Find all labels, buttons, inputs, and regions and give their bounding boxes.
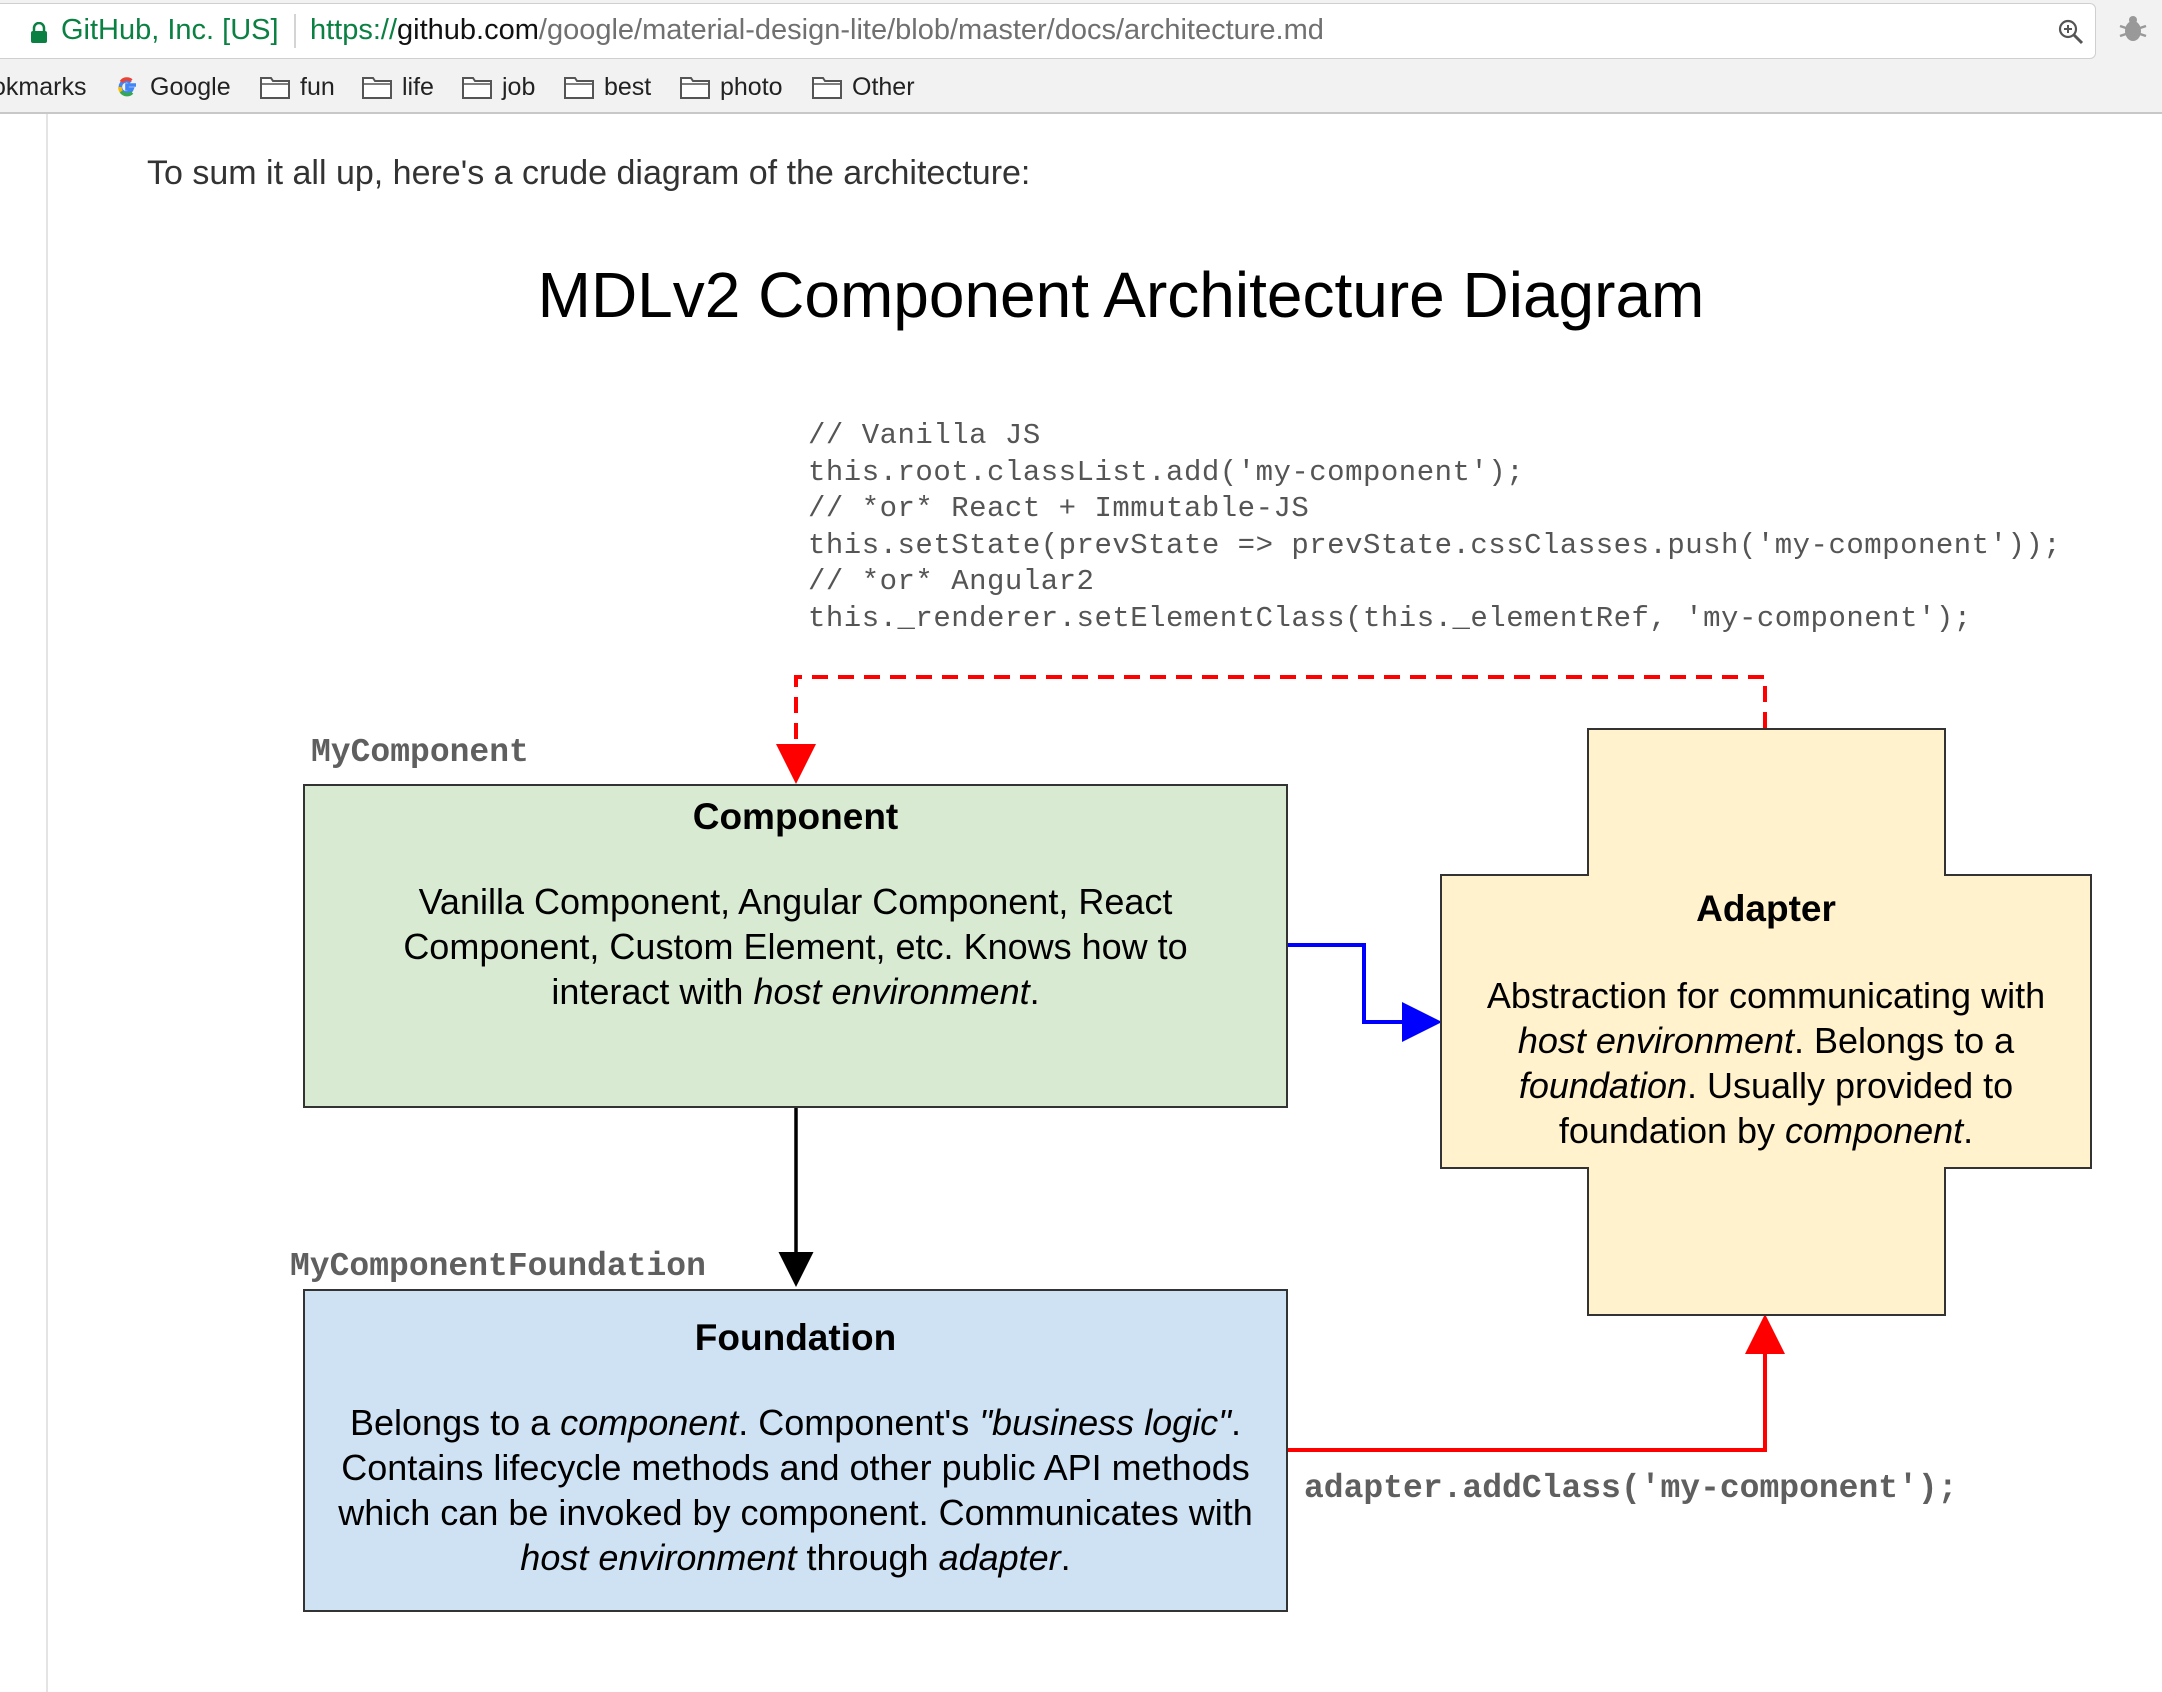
folder-icon: [462, 77, 492, 99]
zoom-icon[interactable]: [2058, 19, 2084, 45]
folder-icon: [260, 77, 290, 99]
component-box: Component Vanilla Component, Angular Com…: [303, 784, 1288, 1108]
folder-icon: [362, 77, 392, 99]
folder-icon: [812, 77, 842, 99]
url-path: /google/material-design-lite/blob/master…: [538, 14, 1324, 46]
bookmark-photo[interactable]: photo: [680, 70, 783, 104]
foundation-title: Foundation: [694, 1317, 897, 1358]
bookmark-bookmarks[interactable]: okmarks: [0, 70, 86, 104]
bookmark-label: Google: [150, 72, 231, 101]
adapter-call-label: adapter.addClass('my-component');: [1304, 1470, 1958, 1507]
adapter-description: Abstraction for communicating with host …: [1486, 975, 2046, 1151]
content-border: [46, 114, 48, 1692]
code-snippet: // Vanilla JS this.root.classList.add('m…: [808, 418, 2061, 638]
bookmark-label: fun: [300, 72, 335, 101]
url-host: github.com: [397, 14, 539, 46]
bookmark-label: life: [402, 72, 434, 101]
code-line: this.root.classList.add('my-component');: [808, 455, 1525, 489]
red-arrow: [1288, 1314, 1785, 1452]
url-text[interactable]: https://github.com/google/material-desig…: [310, 14, 1324, 47]
code-line: // Vanilla JS: [808, 419, 1041, 452]
lock-icon: [31, 22, 47, 43]
bookmark-label: Other: [852, 72, 915, 101]
bookmark-life[interactable]: life: [362, 70, 434, 104]
address-bar[interactable]: GitHub, Inc. [US] https://github.com/goo…: [0, 3, 2096, 59]
bookmark-label: job: [502, 72, 536, 101]
blue-arrow: [1288, 943, 1442, 1042]
folder-icon: [680, 77, 710, 99]
component-description: Vanilla Component, Angular Component, Re…: [403, 881, 1188, 1012]
intro-paragraph: To sum it all up, here's a crude diagram…: [147, 154, 1031, 192]
url-separator: [294, 14, 296, 48]
bookmark-best[interactable]: best: [564, 70, 651, 104]
component-title: Component: [692, 796, 899, 837]
foundation-description: Belongs to a component. Component's "bus…: [338, 1402, 1253, 1578]
adapter-box: Adapter Abstraction for communicating wi…: [1440, 876, 2092, 1153]
bookmark-job[interactable]: job: [462, 70, 535, 104]
bookmark-google[interactable]: Google: [114, 70, 231, 104]
code-line: // *or* React + Immutable-JS: [808, 492, 1310, 526]
foundation-class-label: MyComponentFoundation: [290, 1248, 706, 1285]
code-line: this._renderer.setElementClass(this._ele…: [808, 601, 1972, 635]
code-line: this.setState(prevState => prevState.css…: [808, 528, 2062, 562]
bookmarks-bar: okmarks Google fun life job best photo O…: [0, 66, 2162, 106]
bookmark-label: photo: [720, 72, 783, 101]
adapter-title: Adapter: [1696, 888, 1836, 929]
bookmark-other[interactable]: Other: [812, 70, 915, 104]
bookmark-label: best: [604, 72, 652, 101]
browser-toolbar: GitHub, Inc. [US] https://github.com/goo…: [0, 0, 2162, 114]
site-identity[interactable]: GitHub, Inc. [US]: [61, 14, 279, 47]
bug-icon[interactable]: [2118, 14, 2148, 44]
diagram-title: MDLv2 Component Architecture Diagram: [537, 259, 1705, 331]
bookmark-fun[interactable]: fun: [260, 70, 335, 104]
google-icon: [118, 77, 136, 97]
component-class-label: MyComponent: [311, 734, 529, 771]
url-scheme: https://: [310, 14, 398, 46]
code-line: // *or* Angular2: [808, 565, 1095, 599]
bookmark-label: okmarks: [0, 72, 87, 101]
foundation-box: Foundation Belongs to a component. Compo…: [303, 1289, 1288, 1612]
folder-icon: [564, 77, 594, 99]
